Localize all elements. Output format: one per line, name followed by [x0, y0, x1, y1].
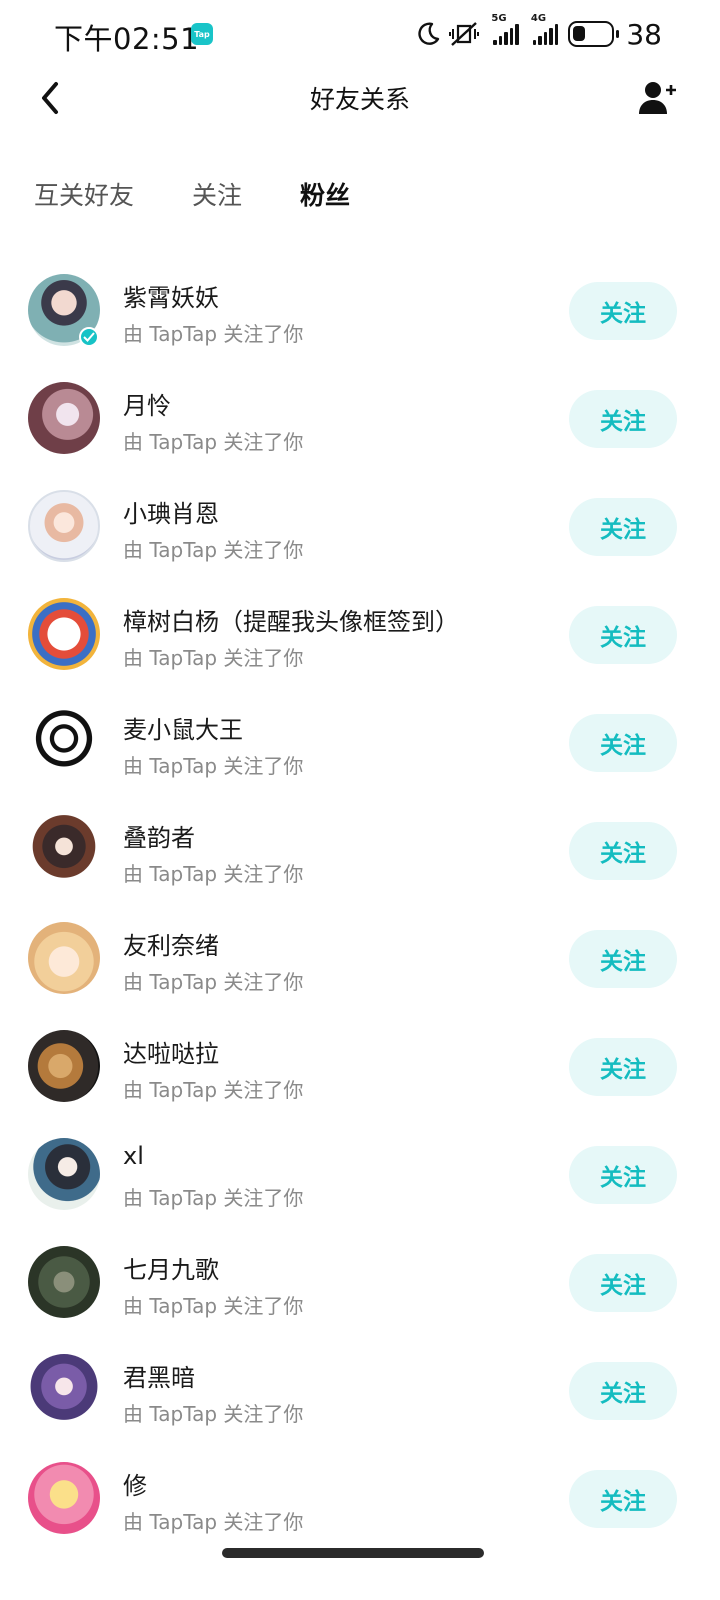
user-name[interactable]: 樟树白杨（提醒我头像框签到）: [123, 602, 459, 637]
list-item[interactable]: 麦小鼠大王 由 TapTap 关注了你 关注: [0, 688, 720, 796]
user-name[interactable]: 月怜: [123, 386, 171, 421]
user-name[interactable]: 修: [123, 1466, 147, 1501]
avatar[interactable]: [28, 706, 100, 778]
user-name[interactable]: 君黑暗: [123, 1358, 195, 1393]
follow-source: 由 TapTap 关注了你: [123, 1510, 304, 1534]
top-bar: 好友关系: [0, 70, 720, 126]
avatar[interactable]: [28, 490, 100, 562]
battery-level: 38: [626, 17, 662, 51]
follow-source: 由 TapTap 关注了你: [123, 862, 304, 886]
relationship-tabs: 互关好友 关注 粉丝: [34, 176, 350, 236]
user-name[interactable]: 小琠肖恩: [123, 494, 219, 529]
list-item[interactable]: 七月九歌 由 TapTap 关注了你 关注: [0, 1228, 720, 1336]
avatar[interactable]: [28, 598, 100, 670]
list-item[interactable]: 友利奈绪 由 TapTap 关注了你 关注: [0, 904, 720, 1012]
user-name[interactable]: 麦小鼠大王: [123, 710, 243, 745]
avatar[interactable]: [28, 814, 100, 886]
list-item[interactable]: 樟树白杨（提醒我头像框签到） 由 TapTap 关注了你 关注: [0, 580, 720, 688]
list-item[interactable]: 达啦哒拉 由 TapTap 关注了你 关注: [0, 1012, 720, 1120]
avatar[interactable]: [28, 382, 100, 454]
list-item[interactable]: 紫霄妖妖 由 TapTap 关注了你 关注: [0, 256, 720, 364]
user-name[interactable]: 叠韵者: [123, 818, 195, 853]
vibrate-mute-icon: [449, 22, 480, 46]
moon-icon: [418, 22, 440, 45]
follow-source: 由 TapTap 关注了你: [123, 754, 304, 778]
list-item[interactable]: 叠韵者 由 TapTap 关注了你 关注: [0, 796, 720, 904]
add-user-icon: [639, 82, 676, 114]
follow-button[interactable]: 关注: [569, 714, 677, 772]
follow-button[interactable]: 关注: [569, 930, 677, 988]
battery-icon: [568, 21, 620, 47]
avatar[interactable]: [28, 922, 100, 994]
follow-button[interactable]: 关注: [569, 390, 677, 448]
taptap-app-icon: Tap: [191, 23, 213, 45]
follow-source: 由 TapTap 关注了你: [123, 970, 304, 994]
follow-button[interactable]: 关注: [569, 1254, 677, 1312]
follow-source: 由 TapTap 关注了你: [123, 538, 304, 562]
follow-button[interactable]: 关注: [569, 822, 677, 880]
avatar[interactable]: [28, 1138, 100, 1210]
avatar[interactable]: [28, 1246, 100, 1318]
follow-source: 由 TapTap 关注了你: [123, 430, 304, 454]
verified-badge-icon: [79, 327, 99, 347]
tab-followers[interactable]: 粉丝: [300, 176, 350, 236]
signal-4g-icon: 4G: [531, 13, 559, 45]
list-item[interactable]: 君黑暗 由 TapTap 关注了你 关注: [0, 1336, 720, 1444]
follow-source: 由 TapTap 关注了你: [123, 1078, 304, 1102]
follow-source: 由 TapTap 关注了你: [123, 1294, 304, 1318]
user-name[interactable]: 友利奈绪: [123, 926, 219, 961]
status-bar: 下午02:51 Tap 5G 4G 38: [0, 0, 720, 70]
follow-button[interactable]: 关注: [569, 1470, 677, 1528]
avatar[interactable]: [28, 1354, 100, 1426]
home-indicator[interactable]: [222, 1548, 484, 1558]
follow-source: 由 TapTap 关注了你: [123, 1186, 304, 1210]
follow-button[interactable]: 关注: [569, 1146, 677, 1204]
user-name[interactable]: xl: [123, 1142, 144, 1170]
follow-button[interactable]: 关注: [569, 1362, 677, 1420]
follow-source: 由 TapTap 关注了你: [123, 646, 304, 670]
user-name[interactable]: 紫霄妖妖: [123, 278, 219, 313]
avatar[interactable]: [28, 1462, 100, 1534]
tab-mutual-friends[interactable]: 互关好友: [34, 176, 134, 236]
list-item[interactable]: 修 由 TapTap 关注了你 关注: [0, 1444, 720, 1552]
status-time: 下午02:51: [54, 22, 200, 56]
list-item[interactable]: 月怜 由 TapTap 关注了你 关注: [0, 364, 720, 472]
status-icons: 5G 4G 38: [415, 13, 662, 51]
user-name[interactable]: 七月九歌: [123, 1250, 219, 1285]
list-item[interactable]: 小琠肖恩 由 TapTap 关注了你 关注: [0, 472, 720, 580]
user-name[interactable]: 达啦哒拉: [123, 1034, 219, 1069]
follow-button[interactable]: 关注: [569, 606, 677, 664]
follow-button[interactable]: 关注: [569, 1038, 677, 1096]
follow-source: 由 TapTap 关注了你: [123, 1402, 304, 1426]
avatar[interactable]: [28, 1030, 100, 1102]
add-friend-button[interactable]: [636, 76, 680, 120]
follow-button[interactable]: 关注: [569, 282, 677, 340]
list-item[interactable]: xl 由 TapTap 关注了你 关注: [0, 1120, 720, 1228]
tab-following[interactable]: 关注: [192, 176, 242, 236]
signal-5g-icon: 5G: [491, 13, 519, 45]
page-title: 好友关系: [309, 85, 410, 114]
follower-list: 紫霄妖妖 由 TapTap 关注了你 关注 月怜 由 TapTap 关注了你 关…: [0, 256, 720, 1552]
follow-button[interactable]: 关注: [569, 498, 677, 556]
follow-source: 由 TapTap 关注了你: [123, 322, 304, 346]
